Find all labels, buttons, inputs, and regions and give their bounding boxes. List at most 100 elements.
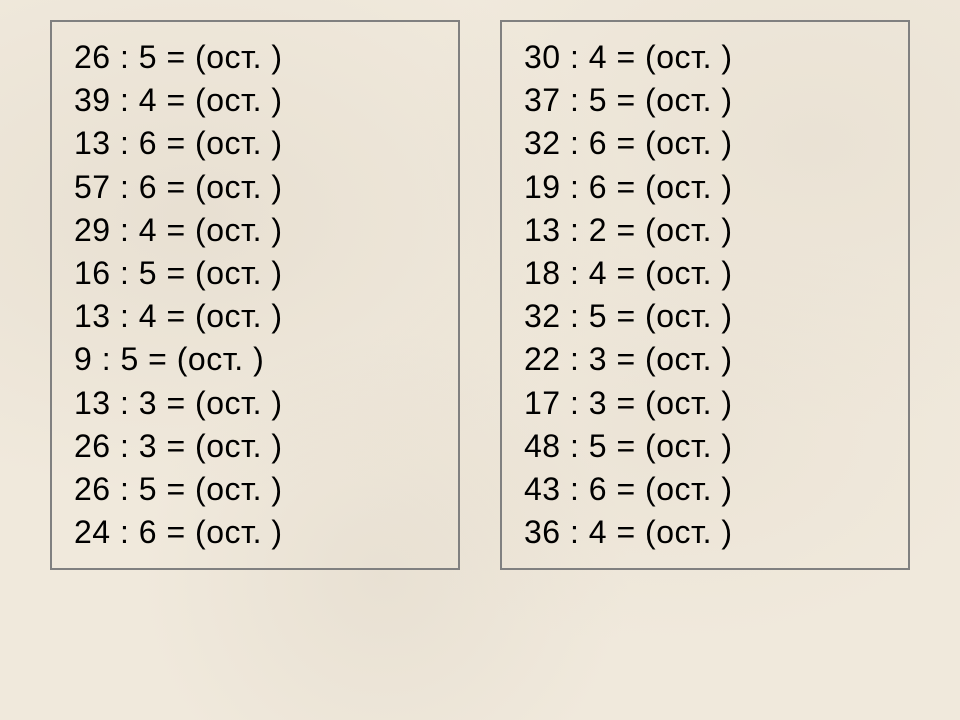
dividend: 26 bbox=[74, 471, 111, 507]
divisor: 4 bbox=[589, 39, 607, 75]
equals-separator: = bbox=[607, 298, 645, 334]
equals-separator: = bbox=[607, 82, 645, 118]
division-problem: 18 : 4 = (ост. ) bbox=[524, 252, 884, 295]
colon-separator: : bbox=[561, 471, 589, 507]
dividend: 16 bbox=[74, 255, 111, 291]
remainder-placeholder: (ост. ) bbox=[645, 212, 733, 248]
colon-separator: : bbox=[561, 82, 589, 118]
divisor: 5 bbox=[139, 255, 157, 291]
division-problem: 32 : 5 = (ост. ) bbox=[524, 295, 884, 338]
division-problem: 24 : 6 = (ост. ) bbox=[74, 511, 434, 554]
dividend: 37 bbox=[524, 82, 561, 118]
division-problem: 48 : 5 = (ост. ) bbox=[524, 425, 884, 468]
dividend: 39 bbox=[74, 82, 111, 118]
divisor: 4 bbox=[589, 514, 607, 550]
division-problem: 26 : 3 = (ост. ) bbox=[74, 425, 434, 468]
colon-separator: : bbox=[111, 428, 139, 464]
divisor: 4 bbox=[139, 298, 157, 334]
divisor: 6 bbox=[589, 125, 607, 161]
colon-separator: : bbox=[92, 341, 120, 377]
dividend: 32 bbox=[524, 298, 561, 334]
remainder-placeholder: (ост. ) bbox=[645, 471, 733, 507]
equals-separator: = bbox=[157, 82, 195, 118]
dividend: 18 bbox=[524, 255, 561, 291]
colon-separator: : bbox=[111, 125, 139, 161]
divisor: 4 bbox=[589, 255, 607, 291]
divisor: 6 bbox=[589, 471, 607, 507]
equals-separator: = bbox=[157, 514, 195, 550]
dividend: 19 bbox=[524, 169, 561, 205]
division-problem: 36 : 4 = (ост. ) bbox=[524, 511, 884, 554]
colon-separator: : bbox=[561, 428, 589, 464]
colon-separator: : bbox=[561, 169, 589, 205]
divisor: 5 bbox=[139, 471, 157, 507]
equals-separator: = bbox=[157, 471, 195, 507]
divisor: 5 bbox=[589, 82, 607, 118]
dividend: 13 bbox=[74, 385, 111, 421]
colon-separator: : bbox=[111, 514, 139, 550]
equals-separator: = bbox=[607, 212, 645, 248]
division-problem: 13 : 3 = (ост. ) bbox=[74, 382, 434, 425]
divisor: 6 bbox=[139, 514, 157, 550]
division-problem: 22 : 3 = (ост. ) bbox=[524, 338, 884, 381]
remainder-placeholder: (ост. ) bbox=[645, 428, 733, 464]
colon-separator: : bbox=[111, 39, 139, 75]
divisor: 4 bbox=[139, 82, 157, 118]
colon-separator: : bbox=[561, 255, 589, 291]
remainder-placeholder: (ост. ) bbox=[195, 298, 283, 334]
remainder-placeholder: (ост. ) bbox=[645, 385, 733, 421]
remainder-placeholder: (ост. ) bbox=[195, 471, 283, 507]
divisor: 6 bbox=[139, 125, 157, 161]
divisor: 4 bbox=[139, 212, 157, 248]
dividend: 36 bbox=[524, 514, 561, 550]
remainder-placeholder: (ост. ) bbox=[195, 514, 283, 550]
dividend: 29 bbox=[74, 212, 111, 248]
remainder-placeholder: (ост. ) bbox=[645, 82, 733, 118]
equals-separator: = bbox=[607, 385, 645, 421]
remainder-placeholder: (ост. ) bbox=[177, 341, 265, 377]
equals-separator: = bbox=[607, 169, 645, 205]
divisor: 5 bbox=[120, 341, 138, 377]
equals-separator: = bbox=[157, 255, 195, 291]
remainder-placeholder: (ост. ) bbox=[195, 212, 283, 248]
division-problem: 37 : 5 = (ост. ) bbox=[524, 79, 884, 122]
divisor: 3 bbox=[139, 428, 157, 464]
equals-separator: = bbox=[157, 39, 195, 75]
equals-separator: = bbox=[157, 169, 195, 205]
equals-separator: = bbox=[607, 39, 645, 75]
colon-separator: : bbox=[561, 298, 589, 334]
colon-separator: : bbox=[561, 212, 589, 248]
equals-separator: = bbox=[157, 125, 195, 161]
divisor: 6 bbox=[589, 169, 607, 205]
remainder-placeholder: (ост. ) bbox=[195, 125, 283, 161]
remainder-placeholder: (ост. ) bbox=[645, 169, 733, 205]
dividend: 9 bbox=[74, 341, 92, 377]
remainder-placeholder: (ост. ) bbox=[645, 39, 733, 75]
division-problem: 43 : 6 = (ост. ) bbox=[524, 468, 884, 511]
divisor: 6 bbox=[139, 169, 157, 205]
division-problem: 30 : 4 = (ост. ) bbox=[524, 36, 884, 79]
dividend: 13 bbox=[524, 212, 561, 248]
remainder-placeholder: (ост. ) bbox=[195, 385, 283, 421]
remainder-placeholder: (ост. ) bbox=[645, 514, 733, 550]
dividend: 48 bbox=[524, 428, 561, 464]
dividend: 30 bbox=[524, 39, 561, 75]
remainder-placeholder: (ост. ) bbox=[195, 39, 283, 75]
divisor: 2 bbox=[589, 212, 607, 248]
dividend: 13 bbox=[74, 298, 111, 334]
remainder-placeholder: (ост. ) bbox=[645, 341, 733, 377]
equals-separator: = bbox=[157, 428, 195, 464]
divisor: 3 bbox=[139, 385, 157, 421]
colon-separator: : bbox=[111, 169, 139, 205]
dividend: 26 bbox=[74, 39, 111, 75]
colon-separator: : bbox=[111, 471, 139, 507]
colon-separator: : bbox=[111, 385, 139, 421]
colon-separator: : bbox=[111, 298, 139, 334]
dividend: 22 bbox=[524, 341, 561, 377]
colon-separator: : bbox=[561, 39, 589, 75]
division-problem: 57 : 6 = (ост. ) bbox=[74, 166, 434, 209]
dividend: 57 bbox=[74, 169, 111, 205]
divisor: 5 bbox=[139, 39, 157, 75]
equals-separator: = bbox=[607, 341, 645, 377]
division-problem: 29 : 4 = (ост. ) bbox=[74, 209, 434, 252]
